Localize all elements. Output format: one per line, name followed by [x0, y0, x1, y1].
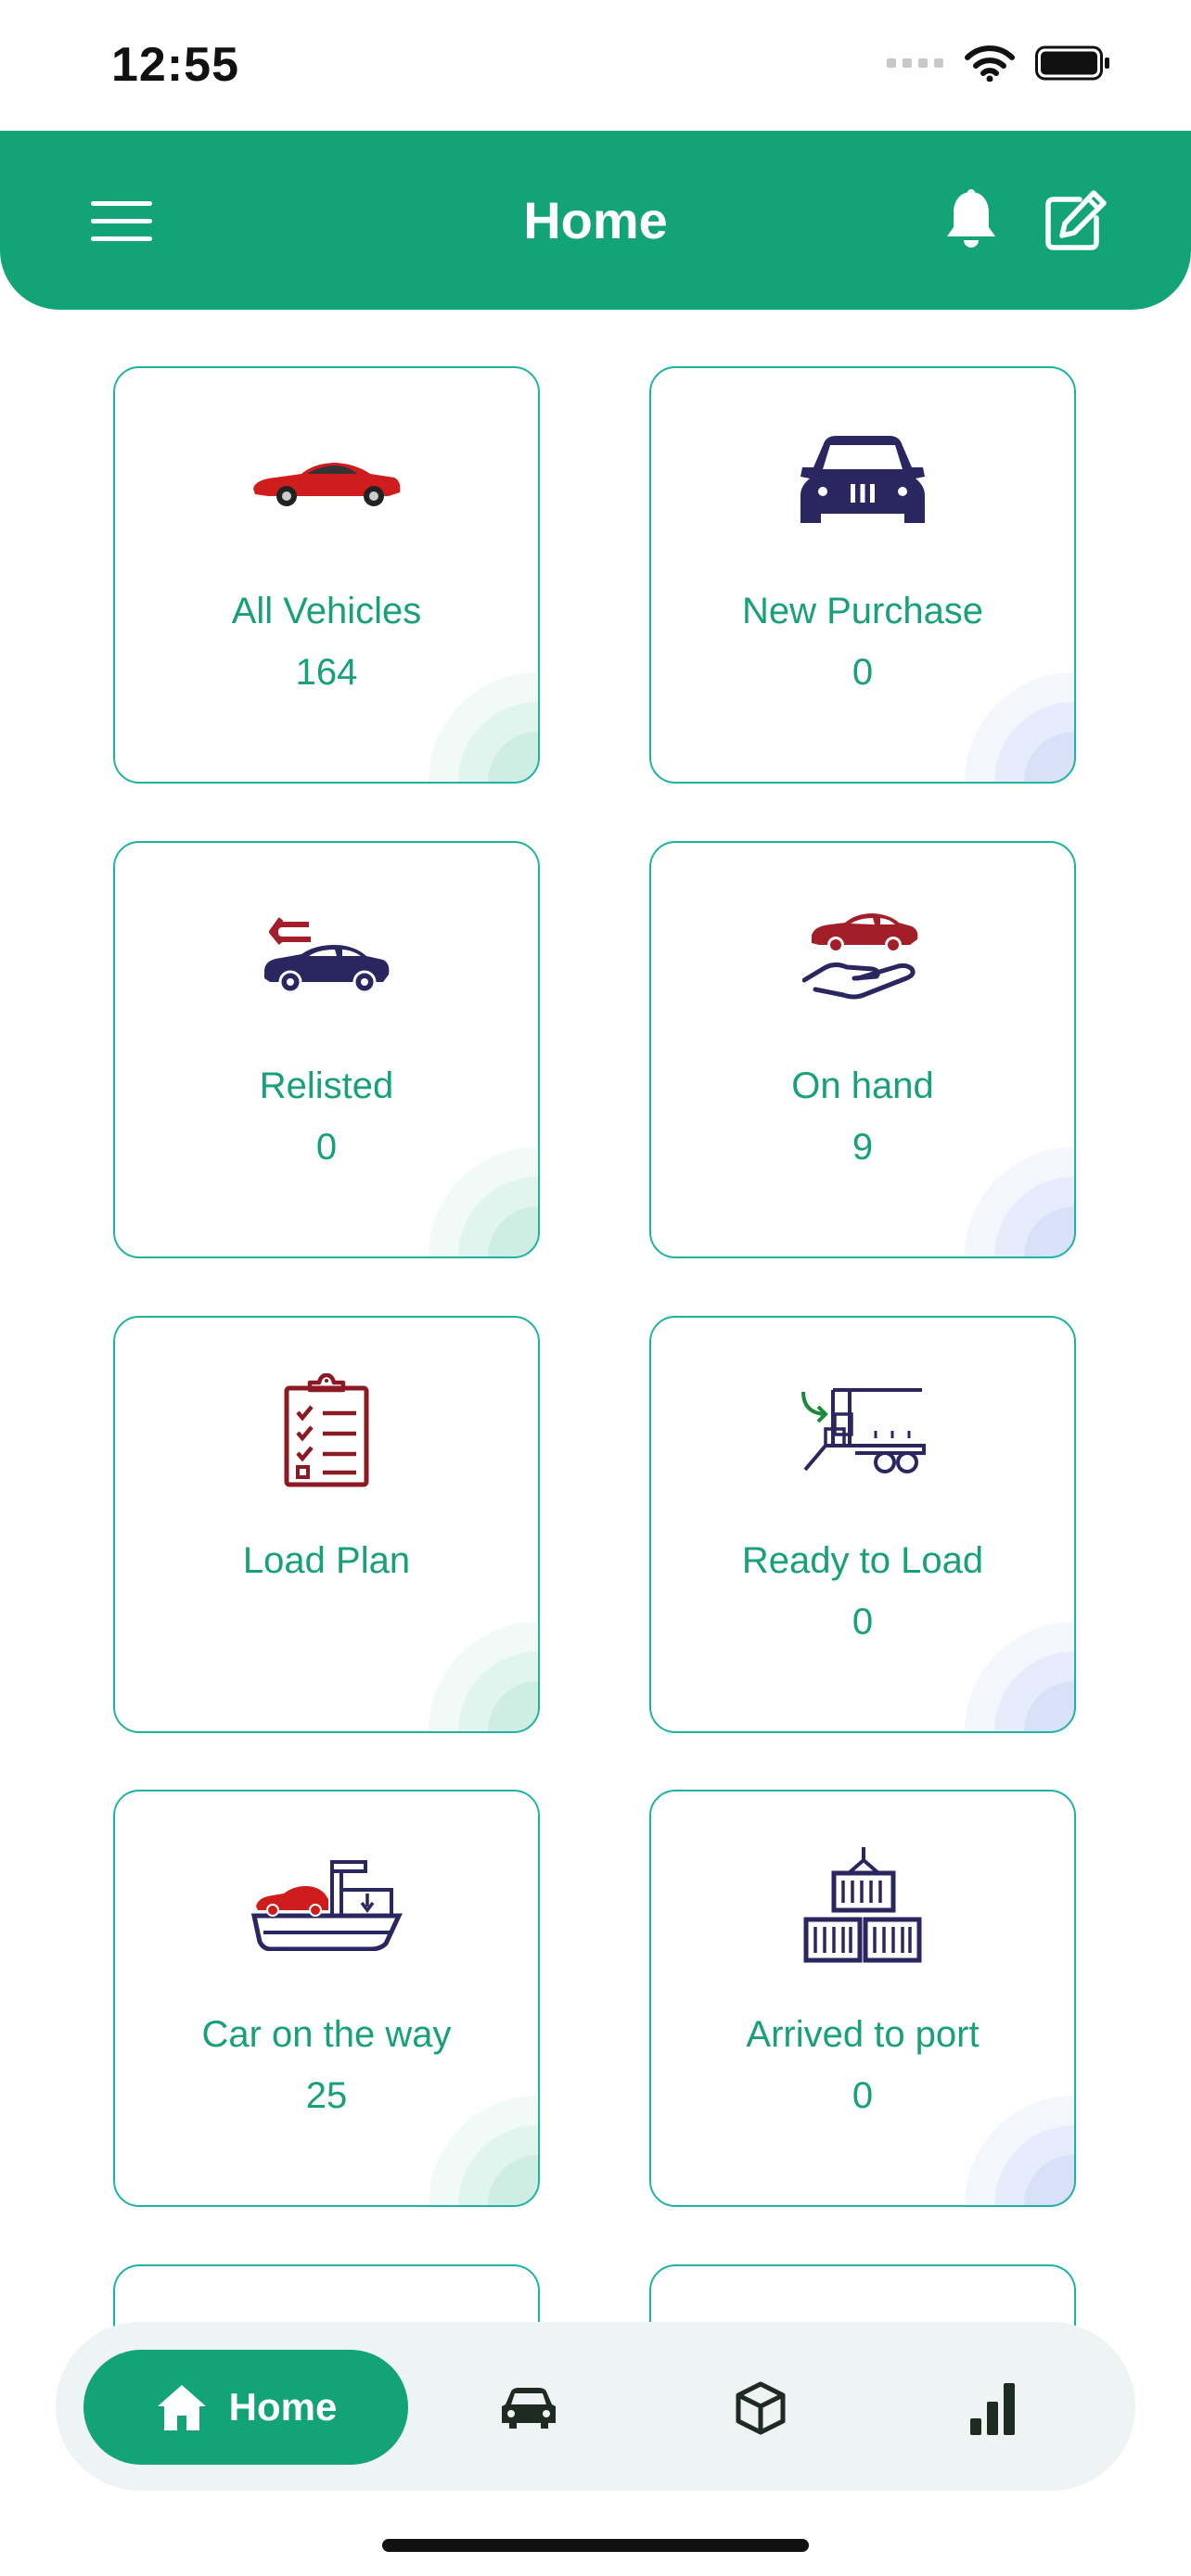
nav-home-button[interactable]: Home	[83, 2350, 408, 2465]
cargo-ship-icon	[250, 1860, 403, 1951]
card-count: 0	[315, 1127, 338, 1167]
card-count: 164	[295, 652, 358, 693]
card-label: Load Plan	[242, 1540, 411, 1581]
card-relisted[interactable]: Relisted 0	[113, 841, 540, 1258]
card-count: 0	[852, 2075, 874, 2116]
dashboard-grid: All Vehicles 164 New Purchase 0 Relisted…	[0, 0, 1191, 2576]
card-new-purchase[interactable]: New Purchase 0	[649, 366, 1076, 784]
card-ready-to-load[interactable]: Ready to Load 0	[649, 1316, 1076, 1733]
home-indicator	[382, 2539, 809, 2552]
card-on-hand[interactable]: On hand 9	[649, 841, 1076, 1258]
nav-home-label: Home	[228, 2385, 338, 2429]
card-decoration	[429, 1622, 538, 1731]
nav-vehicles-button[interactable]	[496, 2376, 561, 2441]
car-icon	[502, 2388, 556, 2429]
car-return-icon	[264, 917, 390, 994]
card-all-vehicles[interactable]: All Vehicles 164	[113, 366, 540, 784]
home-icon	[157, 2385, 206, 2430]
containers-icon	[803, 1847, 922, 1963]
card-count: 9	[852, 1127, 874, 1167]
card-label: Relisted	[259, 1065, 394, 1106]
nav-reports-button[interactable]	[960, 2376, 1025, 2441]
card-count: 0	[852, 1601, 874, 1642]
card-load-plan[interactable]: Load Plan	[113, 1316, 540, 1733]
card-label: Arrived to port	[746, 2014, 980, 2055]
card-label: All Vehicles	[231, 591, 422, 631]
car-in-hand-icon	[802, 913, 918, 1000]
bottom-nav: Home	[56, 2322, 1135, 2491]
sports-car-icon	[253, 463, 401, 506]
card-arrived-to-port[interactable]: Arrived to port 0	[649, 1790, 1076, 2207]
card-label: Ready to Load	[741, 1540, 984, 1581]
nav-packages-button[interactable]	[728, 2376, 793, 2441]
box-icon	[736, 2381, 786, 2435]
card-count: 25	[305, 2075, 348, 2116]
bar-chart-icon	[970, 2383, 1015, 2435]
card-car-on-the-way[interactable]: Car on the way 25	[113, 1790, 540, 2207]
car-front-icon	[800, 436, 925, 523]
card-label: On hand	[791, 1065, 934, 1106]
loading-truck-icon	[801, 1388, 926, 1473]
card-count: 0	[852, 652, 874, 693]
card-label: Car on the way	[201, 2014, 452, 2055]
card-label: New Purchase	[741, 591, 984, 631]
clipboard-checklist-icon	[284, 1373, 369, 1487]
